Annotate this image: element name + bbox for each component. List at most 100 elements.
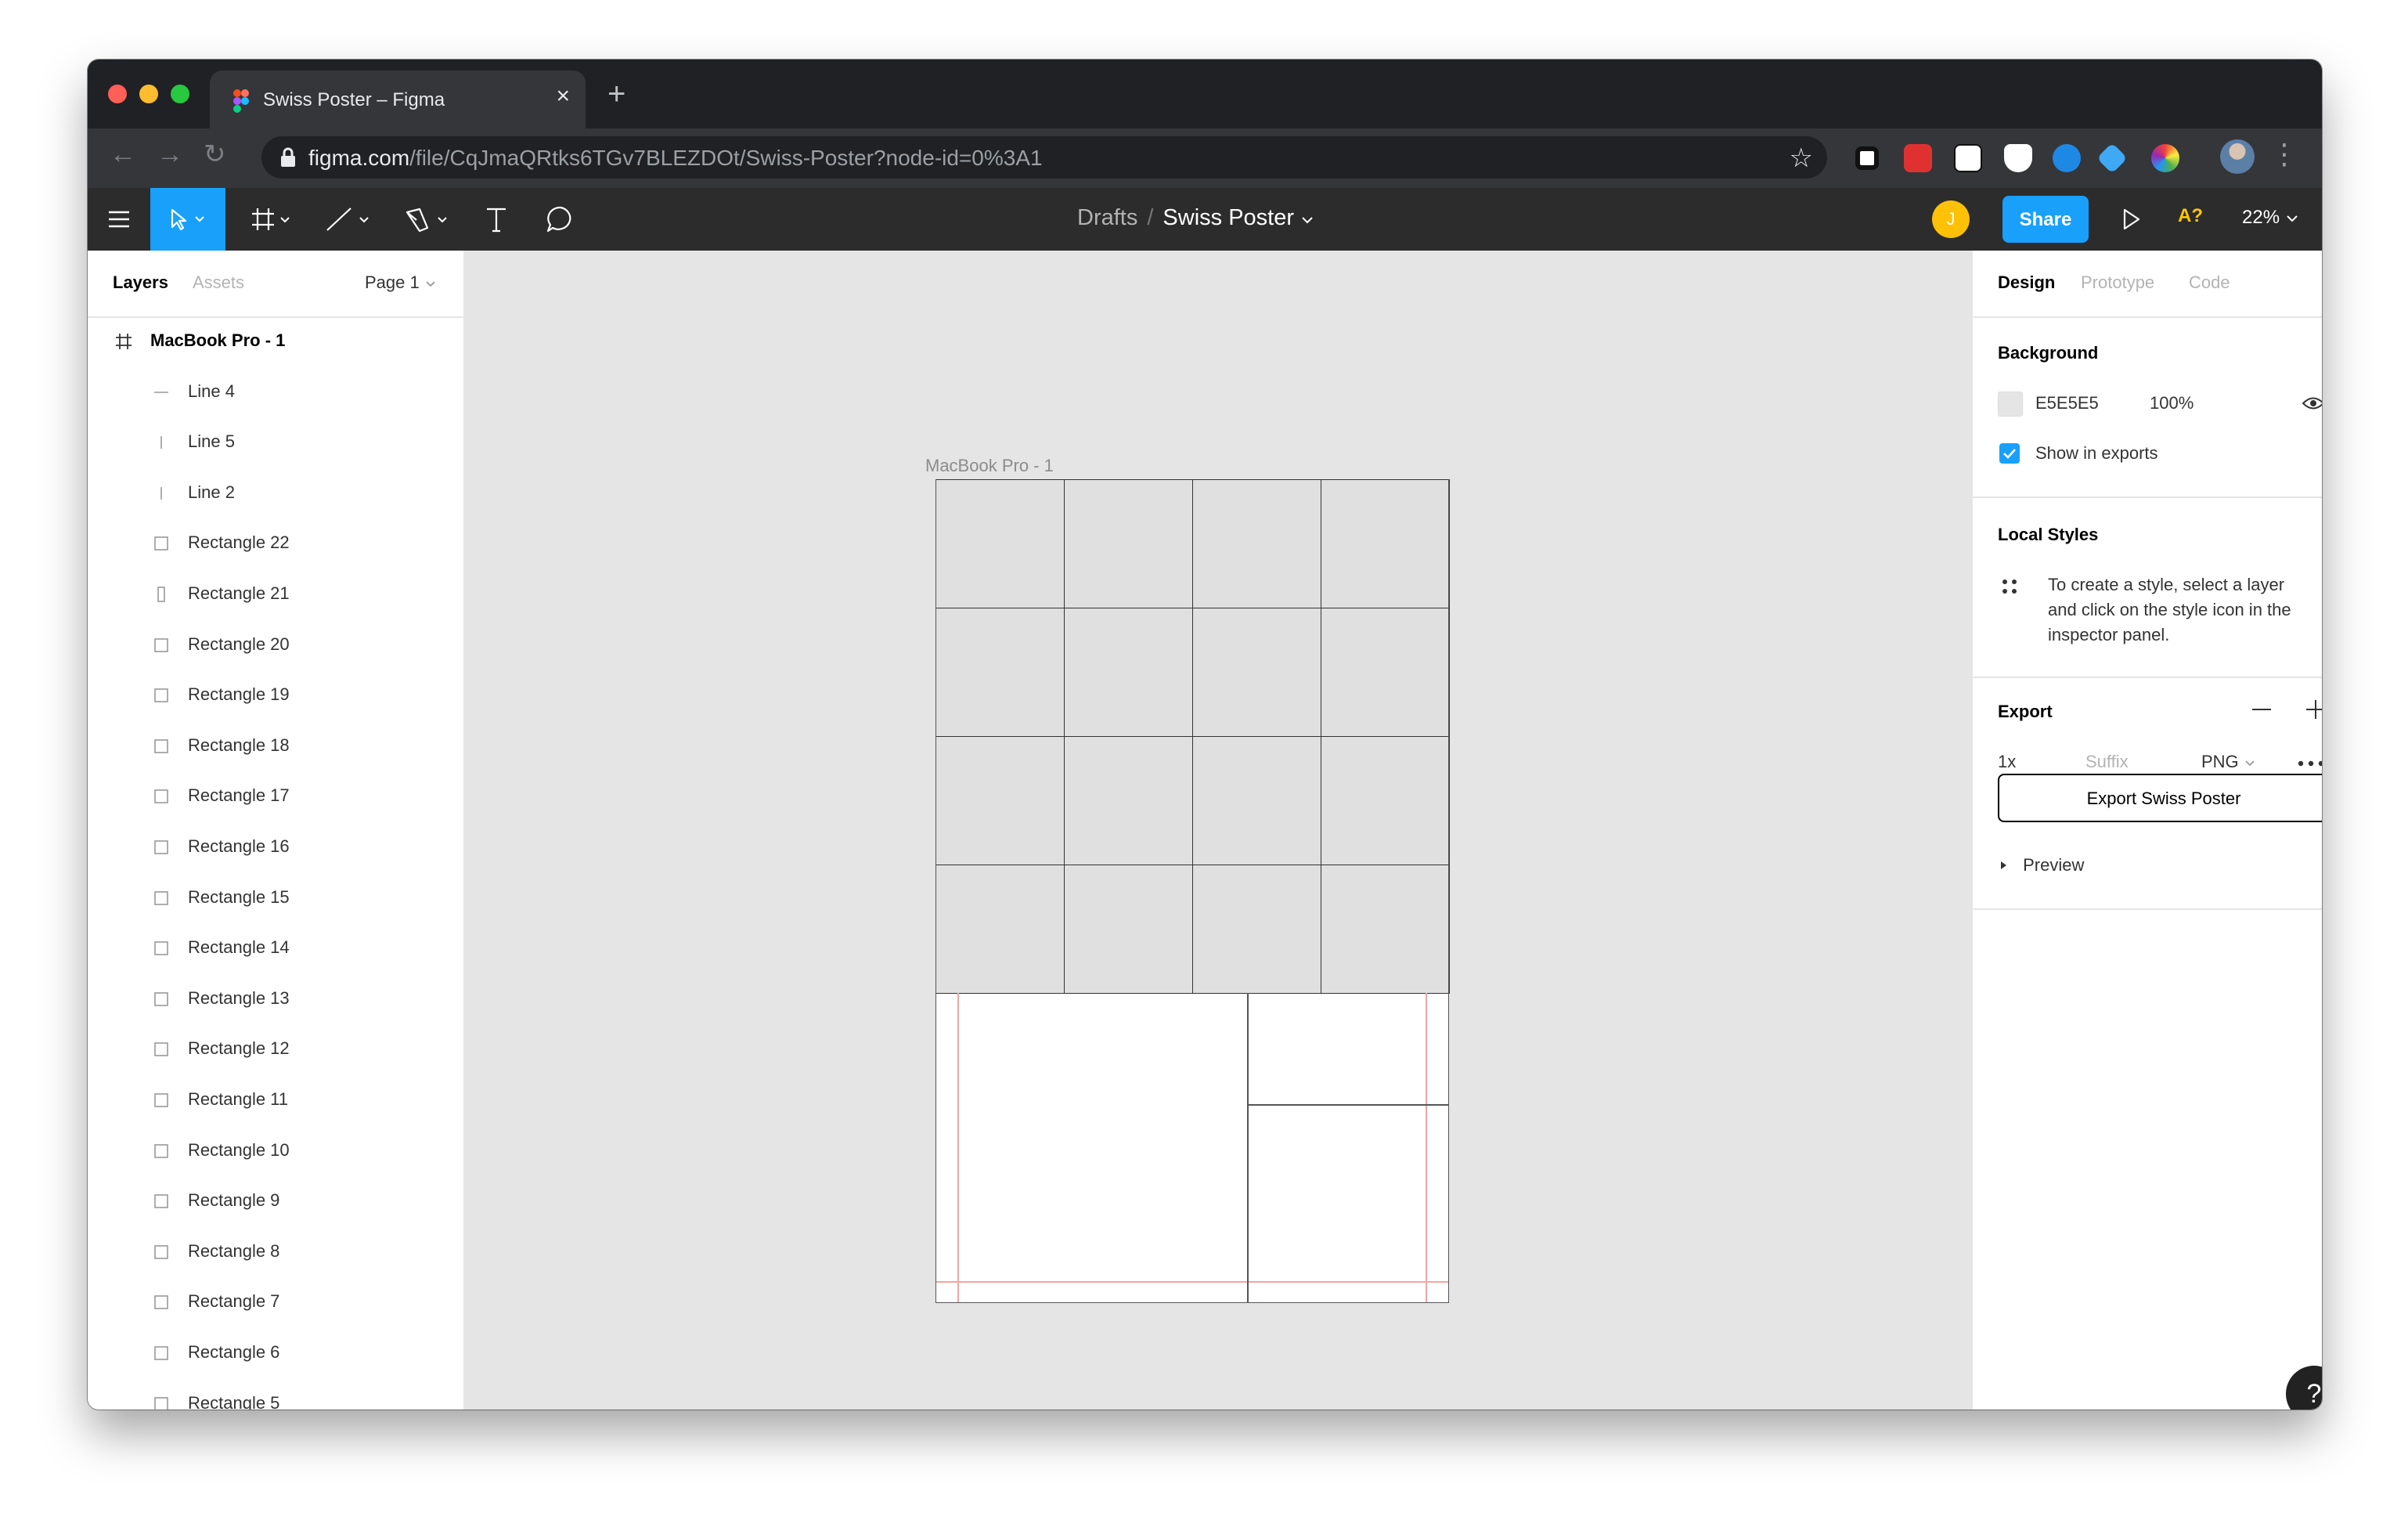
extension-roam-icon[interactable]: [1855, 146, 1879, 170]
grid-rectangle[interactable]: [935, 865, 1065, 994]
layer-row[interactable]: Rectangle 5: [88, 1379, 463, 1410]
grid-rectangle[interactable]: [935, 736, 1065, 865]
layer-row[interactable]: Rectangle 17: [88, 771, 463, 821]
tab-assets[interactable]: Assets: [193, 273, 244, 293]
layer-row[interactable]: Rectangle 16: [88, 822, 463, 872]
grid-rectangle[interactable]: [1192, 736, 1321, 865]
grid-rectangle[interactable]: [1064, 736, 1193, 865]
grid-rectangle[interactable]: [1064, 608, 1193, 737]
close-tab-icon[interactable]: ×: [556, 85, 570, 108]
layer-row[interactable]: Rectangle 19: [88, 670, 463, 720]
grid-rectangle[interactable]: [1192, 865, 1321, 994]
layer-label: MacBook Pro - 1: [150, 330, 286, 350]
move-tool-button[interactable]: [150, 188, 225, 251]
layer-row[interactable]: Rectangle 21: [88, 569, 463, 619]
layer-row[interactable]: Line 2: [88, 468, 463, 518]
add-export-icon[interactable]: [2305, 699, 2322, 720]
grid-rectangle[interactable]: [1321, 608, 1450, 737]
extension-youtube-icon[interactable]: [1904, 144, 1932, 172]
remove-export-icon[interactable]: [2251, 706, 2272, 713]
line-tool-button[interactable]: [315, 188, 385, 251]
comment-tool-button[interactable]: [529, 188, 592, 251]
bookmark-star-icon[interactable]: ☆: [1790, 143, 1813, 174]
show-in-exports-checkbox[interactable]: [1999, 443, 2020, 464]
background-color-swatch[interactable]: [1998, 392, 2023, 417]
layer-row[interactable]: Rectangle 18: [88, 721, 463, 771]
grid-rectangle[interactable]: [1321, 479, 1450, 608]
tab-title: Swiss Poster – Figma: [263, 89, 445, 110]
preview-toggle[interactable]: Preview: [1998, 855, 2084, 875]
file-name-menu[interactable]: Swiss Poster: [1163, 205, 1294, 230]
close-window-button[interactable]: [108, 85, 127, 103]
layer-row[interactable]: Rectangle 9: [88, 1176, 463, 1226]
extension-gem-icon[interactable]: [2096, 143, 2128, 174]
main-menu-icon[interactable]: [88, 188, 150, 251]
layer-row[interactable]: Rectangle 7: [88, 1277, 463, 1327]
grid-rectangle[interactable]: [935, 608, 1065, 737]
tab-layers[interactable]: Layers: [113, 273, 168, 293]
layer-row[interactable]: Rectangle 10: [88, 1126, 463, 1176]
grid-rectangle[interactable]: [1321, 736, 1450, 865]
grid-rectangle[interactable]: [1192, 479, 1321, 608]
grid-rectangle[interactable]: [935, 479, 1065, 608]
move-cursor-icon: [171, 208, 204, 231]
missing-fonts-button[interactable]: A?: [2178, 205, 2203, 227]
layer-row[interactable]: Rectangle 6: [88, 1328, 463, 1378]
layer-row[interactable]: Rectangle 8: [88, 1227, 463, 1277]
extension-color-icon[interactable]: [2151, 144, 2179, 172]
forward-button[interactable]: →: [157, 141, 183, 168]
export-button[interactable]: Export Swiss Poster: [1998, 774, 2322, 822]
layer-row[interactable]: Rectangle 14: [88, 923, 463, 973]
page-selector[interactable]: Page 1: [365, 273, 437, 293]
layer-label: Rectangle 7: [188, 1291, 280, 1312]
poster-frame[interactable]: [935, 479, 1450, 1303]
share-button[interactable]: Share: [2002, 196, 2089, 243]
chrome-menu-icon[interactable]: ⋮: [2270, 138, 2298, 171]
grid-rectangle[interactable]: [1064, 479, 1193, 608]
address-bar[interactable]: figma.com/file/CqJmaQRtks6TGv7BLEZDOt/Sw…: [261, 136, 1827, 179]
text-tool-button[interactable]: [467, 188, 526, 251]
present-play-icon[interactable]: [2120, 204, 2143, 235]
layer-row[interactable]: Rectangle 13: [88, 974, 463, 1024]
tab-prototype[interactable]: Prototype: [2081, 273, 2154, 293]
eye-icon[interactable]: [2302, 395, 2322, 412]
frame-tool-button[interactable]: [238, 188, 308, 251]
maximize-window-button[interactable]: [171, 85, 189, 103]
new-tab-button[interactable]: +: [607, 78, 625, 110]
layer-row[interactable]: Line 4: [88, 367, 463, 417]
extension-notion-icon[interactable]: [1954, 144, 1982, 172]
vertical-line[interactable]: [1247, 993, 1249, 1303]
layer-label: Rectangle 13: [188, 987, 290, 1008]
back-button[interactable]: ←: [110, 141, 136, 168]
pen-tool-button[interactable]: [393, 188, 463, 251]
extension-power-icon[interactable]: [2053, 144, 2081, 172]
grid-rectangle[interactable]: [1192, 608, 1321, 737]
layer-row[interactable]: Rectangle 20: [88, 620, 463, 670]
background-opacity-field[interactable]: 100%: [2150, 393, 2194, 413]
horizontal-line[interactable]: [1247, 1104, 1449, 1106]
minimize-window-button[interactable]: [139, 85, 158, 103]
chrome-profile-avatar[interactable]: [2220, 139, 2255, 174]
grid-rectangle[interactable]: [1321, 865, 1450, 994]
layer-row[interactable]: Rectangle 11: [88, 1075, 463, 1125]
export-scale-field[interactable]: 1x: [1998, 752, 2016, 772]
extension-pocket-icon[interactable]: [2004, 144, 2032, 172]
browser-tab[interactable]: Swiss Poster – Figma ×: [210, 70, 586, 128]
layer-row[interactable]: Rectangle 22: [88, 518, 463, 569]
layer-row[interactable]: Line 5: [88, 417, 463, 467]
reload-button[interactable]: ↻: [204, 141, 226, 168]
more-options-icon[interactable]: [2297, 760, 2322, 767]
breadcrumb-drafts-link[interactable]: Drafts: [1077, 205, 1137, 230]
layer-row[interactable]: Rectangle 12: [88, 1024, 463, 1074]
user-avatar[interactable]: J: [1932, 200, 1970, 238]
tab-design[interactable]: Design: [1998, 273, 2055, 293]
tab-code[interactable]: Code: [2189, 273, 2230, 293]
layer-row-frame[interactable]: MacBook Pro - 1: [88, 316, 463, 366]
frame-label[interactable]: MacBook Pro - 1: [925, 456, 1054, 476]
background-hex-field[interactable]: E5E5E5: [2035, 393, 2099, 413]
grid-rectangle[interactable]: [1064, 865, 1193, 994]
export-format-select[interactable]: PNG: [2201, 752, 2256, 772]
layer-label: Rectangle 20: [188, 634, 290, 654]
zoom-menu[interactable]: 22%: [2242, 207, 2299, 229]
layer-row[interactable]: Rectangle 15: [88, 873, 463, 923]
